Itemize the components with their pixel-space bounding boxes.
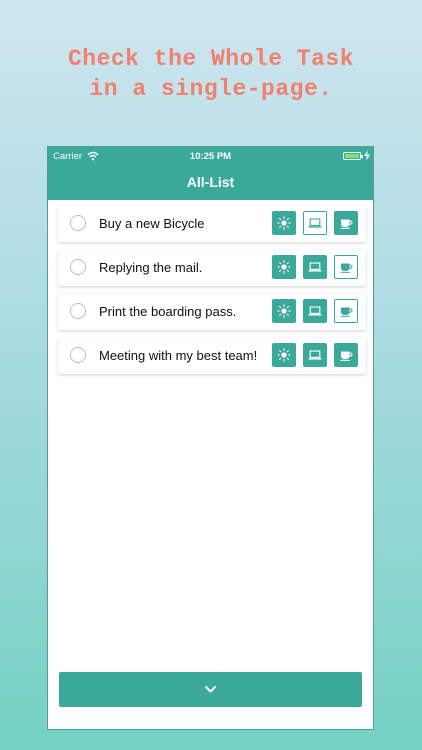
laptop-icon [308, 262, 322, 272]
tag-cup-button[interactable] [334, 299, 358, 323]
status-bar: Carrier 10:25 PM [48, 150, 373, 164]
tag-cup-button[interactable] [334, 255, 358, 279]
task-label: Print the boarding pass. [99, 304, 237, 319]
sun-icon [277, 304, 291, 318]
task-checkbox[interactable] [70, 347, 86, 363]
tag-sun-button[interactable] [272, 211, 296, 235]
coffee-cup-icon [340, 219, 353, 229]
tag-cup-button[interactable] [334, 211, 358, 235]
sun-icon [277, 348, 291, 362]
sun-icon [277, 216, 291, 230]
laptop-icon [308, 218, 322, 228]
tag-laptop-button[interactable] [303, 299, 327, 323]
chevron-down-icon [205, 686, 216, 693]
task-checkbox[interactable] [70, 215, 86, 231]
promo-line-2: in a single-page. [89, 76, 333, 102]
tag-cup-button[interactable] [334, 343, 358, 367]
list-item[interactable]: Meeting with my best team! [58, 338, 366, 374]
task-label: Meeting with my best team! [99, 348, 258, 363]
navigation-bar: Carrier 10:25 PM All-List [48, 147, 373, 200]
tag-laptop-button[interactable] [303, 211, 327, 235]
list-item[interactable]: Buy a new Bicycle [58, 206, 366, 242]
expand-button[interactable] [59, 672, 362, 707]
battery-icon [343, 152, 363, 160]
list-item[interactable]: Print the boarding pass. [58, 294, 366, 330]
promo-line-1: Check the Whole Task [67, 46, 355, 72]
list-item[interactable]: Replying the mail. [58, 250, 366, 286]
tag-sun-button[interactable] [272, 343, 296, 367]
tag-laptop-button[interactable] [303, 343, 327, 367]
phone-screen: Carrier 10:25 PM All-List Buy a new Bicy… [47, 146, 374, 730]
promo-headline: Check the Whole Task in a single-page. [0, 44, 422, 104]
task-checkbox[interactable] [70, 259, 86, 275]
tag-sun-button[interactable] [272, 299, 296, 323]
task-label: Replying the mail. [99, 260, 203, 275]
laptop-icon [308, 350, 322, 360]
task-label: Buy a new Bicycle [99, 216, 205, 231]
coffee-cup-icon [340, 307, 353, 317]
tag-sun-button[interactable] [272, 255, 296, 279]
charging-bolt-icon [364, 150, 370, 161]
task-checkbox[interactable] [70, 303, 86, 319]
coffee-cup-icon [340, 263, 353, 273]
tag-laptop-button[interactable] [303, 255, 327, 279]
status-time: 10:25 PM [189, 151, 232, 162]
task-list: Buy a new Bicycle Replying the mail. Pri… [58, 206, 366, 382]
coffee-cup-icon [340, 351, 353, 361]
laptop-icon [308, 306, 322, 316]
page-title: All-List [186, 174, 235, 190]
sun-icon [277, 260, 291, 274]
